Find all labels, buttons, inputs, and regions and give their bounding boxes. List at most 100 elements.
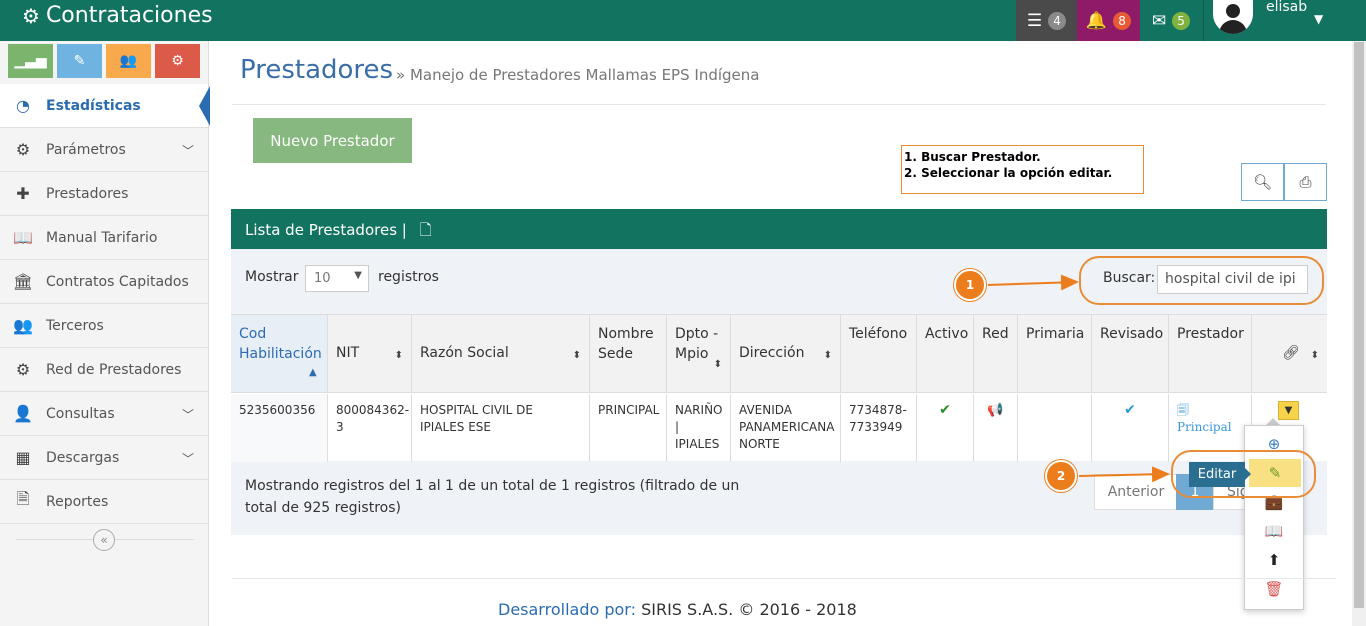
col-header-label: Nombre Sede <box>598 326 654 362</box>
col-actions[interactable]: 🔗︎ ⬍ <box>1252 315 1327 393</box>
delete-action[interactable]: 🗑 <box>1245 575 1303 603</box>
col-header-label: NIT <box>336 345 360 361</box>
principal-link-label: Principal <box>1177 420 1232 434</box>
col-activo[interactable]: Activo <box>917 315 974 393</box>
col-razon-social[interactable]: Razón Social ⬍ <box>412 315 590 393</box>
sidebar-item-terceros[interactable]: 👥 Terceros <box>0 304 208 348</box>
sidebar-item-contratos-capitados[interactable]: 🏛 Contratos Capitados <box>0 260 208 304</box>
shortcut-stats-button[interactable]: ▁▃▅ <box>8 44 53 78</box>
sort-icon: ⬍ <box>1310 350 1319 361</box>
col-cod-habilitacion[interactable]: Cod Habilitación ▲ <box>231 315 328 393</box>
principal-link[interactable]: 🗐Principal <box>1177 403 1232 434</box>
sidebar-item-consultas[interactable]: 👤 Consultas ﹀ <box>0 392 208 436</box>
sidebar-item-red-prestadores[interactable]: ⚙ Red de Prestadores <box>0 348 208 392</box>
cogs-icon: ⚙ <box>15 140 31 159</box>
file-icon[interactable]: 🗋 <box>420 221 432 239</box>
sidebar-item-prestadores[interactable]: ✚ Prestadores <box>0 172 208 216</box>
cell-cod: 5235600356 <box>231 394 328 462</box>
highlight-search <box>1079 256 1324 305</box>
double-chevron-left-icon: « <box>100 533 108 547</box>
dropdown-caret <box>1266 418 1280 425</box>
cell-activo: ✔ <box>917 394 974 462</box>
users-icon: 👥 <box>13 316 33 335</box>
footer-by: Desarrollado por: <box>498 600 636 619</box>
chevron-down-icon: ﹀ <box>181 452 194 466</box>
sidebar-item-estadisticas[interactable]: ◔ Estadísticas <box>0 84 210 128</box>
sidebar-item-manual-tarifario[interactable]: 📖 Manual Tarifario <box>0 216 208 260</box>
shortcut-users-button[interactable]: 👥 <box>106 44 151 78</box>
sidebar: ▁▃▅ ✎ 👥 ⚙ ◔ Estadísticas ⚙ Parámetros ﹀ … <box>0 41 210 626</box>
chevron-down-icon: ﹀ <box>181 408 194 422</box>
link-icon: 🔗︎ <box>1282 345 1300 361</box>
step-2-marker: 2 <box>1045 460 1077 492</box>
col-nit[interactable]: NIT ⬍ <box>328 315 412 393</box>
print-button[interactable]: ⎙ <box>1284 163 1327 201</box>
col-telefono[interactable]: Teléfono <box>841 315 917 393</box>
user-tie-icon: 👤 <box>13 404 33 423</box>
messages-button[interactable]: ✉ 5 <box>1140 0 1202 41</box>
col-header-label: Cod Habilitación <box>239 326 322 362</box>
check-icon: ✔ <box>939 402 951 418</box>
col-header-label: Revisado <box>1100 326 1164 342</box>
sort-icon: ⬍ <box>823 350 832 361</box>
actions-dropdown-toggle[interactable]: ▼ <box>1278 401 1299 420</box>
providers-table: Cod Habilitación ▲ NIT ⬍ Razón Social ⬍ … <box>231 314 1327 462</box>
cell-sede: PRINCIPAL <box>590 394 667 462</box>
shortcut-edit-button[interactable]: ✎ <box>57 44 102 78</box>
pencil-icon: ✎ <box>73 53 86 69</box>
instruction-step-1: 1. Buscar Prestador. <box>904 150 1041 164</box>
search-toggle-button[interactable]: 🔍︎ <box>1241 163 1284 201</box>
excel-file-icon: 🗎 <box>16 489 30 508</box>
tasks-button[interactable]: ☰ 4 <box>1016 0 1077 41</box>
col-nombre-sede[interactable]: Nombre Sede <box>590 315 667 393</box>
sidebar-item-parametros[interactable]: ⚙ Parámetros ﹀ <box>0 128 208 172</box>
caret-down-icon: ▼ <box>1314 12 1324 26</box>
sidebar-item-label: Parámetros <box>46 141 126 158</box>
cubes-icon: ▦ <box>15 448 31 467</box>
cell-telefono: 7734878-7733949 <box>841 394 917 462</box>
scrollbar-thumb[interactable] <box>1354 42 1364 608</box>
table-info: Mostrando registros del 1 al 1 de un tot… <box>245 478 740 516</box>
col-primaria[interactable]: Primaria <box>1018 315 1092 393</box>
megaphone-icon: 📢 <box>987 403 1004 418</box>
username: elisab <box>1266 0 1308 15</box>
col-prestador[interactable]: Prestador <box>1169 315 1252 393</box>
chevron-down-icon: ﹀ <box>181 144 194 158</box>
sidebar-item-label: Contratos Capitados <box>46 273 189 290</box>
col-dpto-mpio[interactable]: Dpto - Mpio ⬍ <box>667 315 731 393</box>
avatar <box>1213 0 1253 34</box>
up-action[interactable]: ⬆ <box>1245 546 1303 574</box>
col-red[interactable]: Red <box>974 315 1018 393</box>
sidebar-item-reportes[interactable]: 🗎 Reportes <box>0 480 208 524</box>
instructions-note: 1. Buscar Prestador. 2. Seleccionar la o… <box>901 145 1144 194</box>
dashboard-icon: ◔ <box>16 96 30 115</box>
col-header-label: Red <box>982 326 1009 342</box>
col-direccion[interactable]: Dirección ⬍ <box>731 315 841 393</box>
manual-action[interactable]: 📖 <box>1245 517 1303 545</box>
cell-direccion: AVENIDA PANAMERICANA NORTE <box>731 394 841 462</box>
app-brand[interactable]: ⚙ Contrataciones <box>22 3 213 28</box>
new-provider-button[interactable]: Nuevo Prestador <box>253 118 412 163</box>
collapse-sidebar-button[interactable]: « <box>93 529 115 551</box>
col-revisado[interactable]: Revisado <box>1092 315 1169 393</box>
notifications-button[interactable]: 🔔 8 <box>1077 0 1140 41</box>
sort-asc-icon: ▲ <box>309 367 317 378</box>
arrow-up-circle-icon: ⬆ <box>1267 551 1281 569</box>
pager-prev-button[interactable]: Anterior <box>1094 474 1178 510</box>
col-header-label: Primaria <box>1026 326 1085 342</box>
user-menu[interactable]: elisab ▼ <box>1203 0 1366 41</box>
medkit-icon: ✚ <box>16 184 30 203</box>
step-1-marker: 1 <box>954 269 986 301</box>
length-select[interactable]: 10 ▼ <box>305 265 369 292</box>
length-value: 10 <box>314 271 331 286</box>
gear-icon: ⚙ <box>22 3 40 28</box>
print-icon: ⎙ <box>1299 173 1312 191</box>
app-title: Contrataciones <box>45 3 213 28</box>
notifications-badge: 8 <box>1113 11 1132 30</box>
book-icon: 📖 <box>13 228 33 247</box>
length-suffix: registros <box>378 269 439 285</box>
sidebar-item-descargas[interactable]: ▦ Descargas ﹀ <box>0 436 208 480</box>
trash-icon: 🗑 <box>1264 580 1284 598</box>
shortcut-settings-button[interactable]: ⚙ <box>155 44 200 78</box>
sort-icon: ⬍ <box>572 350 581 361</box>
